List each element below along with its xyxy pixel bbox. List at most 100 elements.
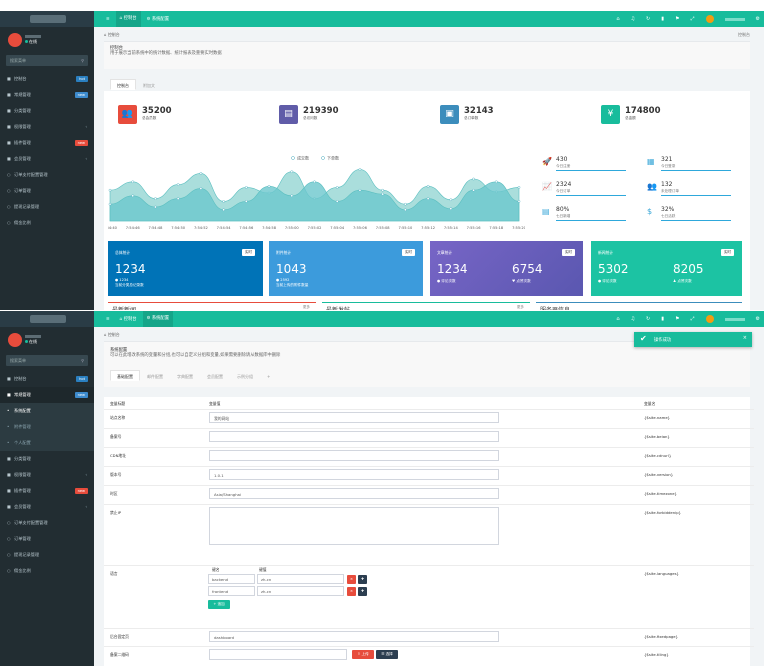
breadcrumb[interactable]: ⌂ 控制台 (104, 332, 120, 338)
bell-icon[interactable]: ♫ (631, 16, 635, 22)
settings-icon[interactable]: ⚙ (756, 16, 760, 22)
language-icon[interactable]: ⚑ (675, 316, 679, 322)
sidebar-item[interactable]: ○ 佣金比例 (0, 563, 94, 579)
data-point[interactable] (517, 200, 521, 203)
data-point[interactable] (472, 188, 475, 192)
breadcrumb-right[interactable]: 控制台 (738, 32, 750, 38)
remove-icon[interactable]: × (347, 587, 356, 596)
lang-value-input[interactable]: zh-cn (257, 574, 344, 584)
sidebar-item[interactable]: ○ 提现记录管理 (0, 547, 94, 563)
data-point[interactable] (154, 197, 157, 200)
text-field[interactable]: Asia/Shanghai (209, 488, 499, 499)
data-point[interactable] (290, 194, 294, 198)
data-point[interactable] (290, 170, 294, 174)
close-icon[interactable]: × (743, 335, 747, 341)
upload-button[interactable]: ⇧ 上传 (352, 650, 374, 659)
data-point[interactable] (199, 172, 203, 175)
trash-icon[interactable]: ▮ (661, 16, 664, 22)
home-icon[interactable]: ⌂ (616, 16, 619, 22)
more-link[interactable]: 更多 (517, 305, 524, 310)
refresh-icon[interactable]: ↻ (646, 316, 650, 322)
data-point[interactable] (335, 186, 339, 189)
data-point[interactable] (404, 208, 407, 212)
logo[interactable] (0, 11, 94, 27)
sidebar-item[interactable]: ■ 插件管理 new (0, 483, 94, 499)
success-toast[interactable]: ✔ 操作成功 × (634, 332, 752, 347)
data-point[interactable] (131, 180, 135, 184)
sidebar-toggle-icon[interactable]: ≡ (102, 317, 114, 322)
drag-icon[interactable]: ✚ (358, 575, 367, 584)
data-point[interactable] (108, 188, 112, 192)
data-point[interactable] (517, 186, 521, 189)
logo[interactable] (0, 311, 94, 327)
tab-item[interactable]: 基础配置 (110, 370, 140, 381)
sidebar-item[interactable]: ■ 控制台 hot (0, 71, 94, 87)
sidebar-item[interactable]: ○ 订单支付配置管理 (0, 167, 94, 183)
data-point[interactable] (494, 180, 498, 184)
sidebar-item[interactable]: ○ 提现记录管理 (0, 199, 94, 215)
breadcrumb[interactable]: ⌂ 控制台 (104, 32, 120, 38)
data-point[interactable] (176, 197, 180, 200)
avatar[interactable] (705, 315, 714, 323)
data-point[interactable] (222, 200, 225, 203)
tab-config[interactable]: ⚙ 系统配置 (143, 16, 173, 22)
data-point[interactable] (199, 187, 203, 190)
fullscreen-icon[interactable]: ⤢ (691, 16, 695, 22)
lang-value-input[interactable]: zh-cn (257, 586, 344, 596)
data-point[interactable] (426, 197, 430, 200)
sidebar-item[interactable]: ○ 订单管理 (0, 531, 94, 547)
trash-icon[interactable]: ▮ (661, 316, 664, 322)
refresh-icon[interactable]: ↻ (646, 16, 650, 22)
sidebar-item[interactable]: ■ 控制台 hot (0, 371, 94, 387)
tab-item[interactable]: 控制台 (110, 79, 136, 90)
lang-key-input[interactable]: frontend (208, 586, 255, 596)
sidebar-item[interactable]: ■ 权限管理 ‹ (0, 119, 94, 135)
data-point[interactable] (358, 168, 362, 171)
sidebar-item[interactable]: ○ 订单管理 (0, 183, 94, 199)
lang-key-input[interactable]: backend (208, 574, 255, 584)
data-point[interactable] (426, 184, 430, 188)
sidebar-item[interactable]: ■ 常规管理 new (0, 387, 94, 403)
language-icon[interactable]: ⚑ (675, 16, 679, 22)
append-button[interactable]: + 追加 (208, 600, 230, 609)
data-point[interactable] (245, 200, 248, 203)
data-point[interactable] (176, 183, 180, 186)
data-point[interactable] (335, 200, 339, 203)
data-point[interactable] (154, 205, 157, 209)
username[interactable] (724, 317, 745, 321)
choose-button[interactable]: ☰ 选择 (376, 650, 398, 659)
search-icon[interactable]: ⚲ (81, 358, 84, 363)
data-point[interactable] (267, 184, 271, 188)
home-icon[interactable]: ⌂ (616, 316, 619, 322)
text-field[interactable]: 1.0.1 (209, 469, 499, 480)
search-input[interactable]: 搜索菜单 ⚲ (6, 55, 88, 66)
search-icon[interactable]: ⚲ (81, 58, 84, 63)
fixedpage-input[interactable]: dashboard (209, 631, 499, 642)
sidebar-item[interactable]: ■ 插件管理 new (0, 135, 94, 151)
legend-label[interactable]: 成交数 (297, 155, 309, 161)
search-input[interactable]: 搜索菜单 ⚲ (6, 355, 88, 366)
avatar[interactable] (705, 15, 714, 23)
data-point[interactable] (449, 207, 453, 210)
fullscreen-icon[interactable]: ⤢ (691, 316, 695, 322)
data-point[interactable] (131, 194, 135, 198)
data-point[interactable] (381, 188, 384, 192)
tab-item[interactable]: 示例分组 (230, 370, 260, 381)
text-field[interactable]: 我的网站 (209, 412, 499, 423)
sidebar-item[interactable]: • 系统配置 (0, 403, 94, 419)
sidebar-item[interactable]: ○ 订单支付配置管理 (0, 515, 94, 531)
data-point[interactable] (245, 186, 248, 189)
tab-item[interactable]: 会员配置 (200, 370, 230, 381)
data-point[interactable] (381, 192, 384, 196)
tiling-input[interactable] (209, 649, 347, 660)
sidebar-item[interactable]: ■ 分类管理 (0, 451, 94, 467)
username[interactable] (724, 17, 745, 21)
sidebar-item[interactable]: • 个人配置 (0, 435, 94, 451)
sidebar-item[interactable]: ○ 佣金比例 (0, 215, 94, 231)
tab-item[interactable]: 字典配置 (170, 370, 200, 381)
sidebar-item[interactable]: ■ 常规管理 new (0, 87, 94, 103)
settings-icon[interactable]: ⚙ (756, 316, 760, 322)
data-point[interactable] (358, 188, 362, 192)
tab-dashboard[interactable]: ⌂ 控制台 (115, 11, 141, 27)
data-point[interactable] (222, 208, 225, 212)
